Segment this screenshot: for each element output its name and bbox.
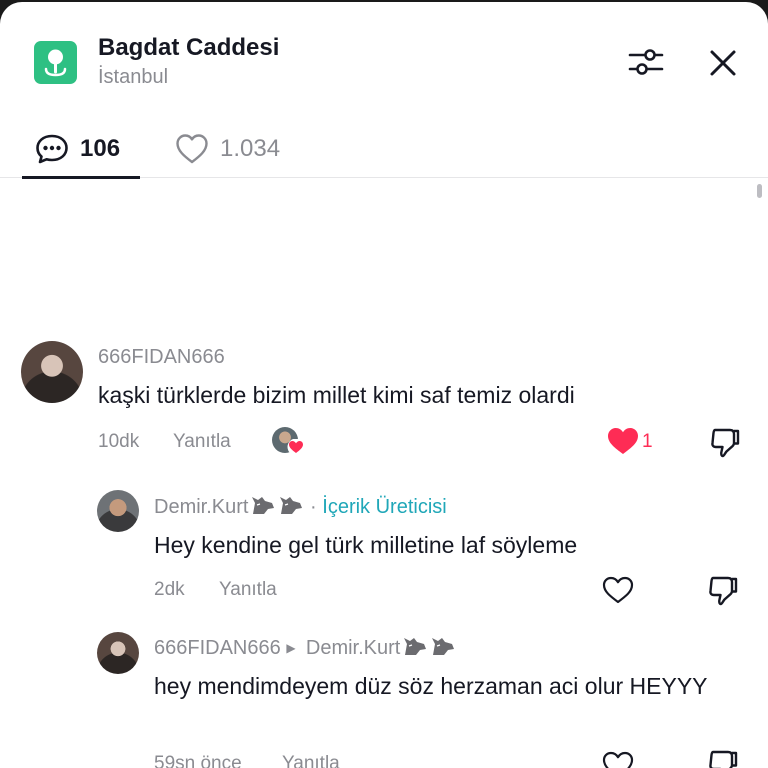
reply-time: 59sn önce bbox=[154, 753, 242, 768]
heart-outline-icon[interactable] bbox=[601, 575, 635, 605]
tab-bar: 106 1.034 bbox=[0, 120, 768, 179]
dislike-icon[interactable] bbox=[706, 748, 740, 768]
like-count: 1.034 bbox=[220, 135, 281, 162]
comment-username[interactable]: 666FIDAN666 bbox=[98, 346, 225, 369]
location-subtitle: İstanbul bbox=[98, 66, 169, 88]
wolf-emoji-icon bbox=[430, 635, 456, 657]
comment-icon bbox=[34, 131, 70, 167]
avatar[interactable] bbox=[97, 490, 139, 532]
wolf-emoji-icon bbox=[278, 494, 304, 516]
avatar[interactable] bbox=[97, 632, 139, 674]
comment-count: 106 bbox=[80, 135, 121, 162]
reply-username-line: 666FIDAN666 ▶ Demir.Kurt bbox=[154, 635, 456, 660]
comments-sheet: Bagdat Caddesi İstanbul 106 1.034 666FID… bbox=[0, 2, 768, 768]
heart-outline-icon bbox=[174, 131, 210, 167]
reply-arrow-icon: ▶ bbox=[286, 641, 296, 655]
reply-username-line: Demir.Kurt · İçerik Üreticisi bbox=[154, 494, 447, 519]
avatar[interactable] bbox=[21, 341, 83, 403]
sliders-icon[interactable] bbox=[626, 44, 666, 80]
reply-button[interactable]: Yanıtla bbox=[173, 431, 231, 453]
dislike-icon[interactable] bbox=[706, 574, 740, 608]
wolf-emoji-icon bbox=[402, 635, 428, 657]
reply-button[interactable]: Yanıtla bbox=[282, 753, 340, 768]
header: Bagdat Caddesi İstanbul bbox=[0, 2, 768, 122]
reply-button[interactable]: Yanıtla bbox=[219, 579, 277, 601]
tab-comments[interactable]: 106 bbox=[22, 120, 140, 179]
reply-to-username[interactable]: Demir.Kurt bbox=[306, 637, 400, 659]
location-title[interactable]: Bagdat Caddesi bbox=[98, 34, 279, 62]
wolf-emoji-icon bbox=[250, 494, 276, 516]
comment-like-count: 1 bbox=[642, 431, 653, 452]
badge-separator: · bbox=[310, 496, 317, 518]
location-pin-icon[interactable] bbox=[34, 41, 77, 84]
tab-likes[interactable]: 1.034 bbox=[174, 120, 304, 178]
reply-time: 2dk bbox=[154, 579, 185, 600]
scrollbar[interactable] bbox=[757, 184, 762, 198]
reply-text: Hey kendine gel türk milletine laf söyle… bbox=[154, 532, 578, 558]
reply-username[interactable]: 666FIDAN666 bbox=[154, 637, 281, 659]
reply-text: hey mendimdeyem düz söz herzaman aci olu… bbox=[154, 673, 708, 699]
heart-outline-icon[interactable] bbox=[601, 750, 635, 768]
reply-username[interactable]: Demir.Kurt bbox=[154, 496, 248, 518]
close-icon[interactable] bbox=[704, 44, 742, 82]
comment-time: 10dk bbox=[98, 431, 140, 452]
heart-filled-icon[interactable] bbox=[606, 426, 640, 456]
small-heart-icon bbox=[287, 438, 305, 456]
dislike-icon[interactable] bbox=[708, 426, 742, 460]
comment-text: kaşki türklerde bizim millet kimi saf te… bbox=[98, 382, 575, 408]
creator-badge: İçerik Üreticisi bbox=[322, 496, 447, 518]
